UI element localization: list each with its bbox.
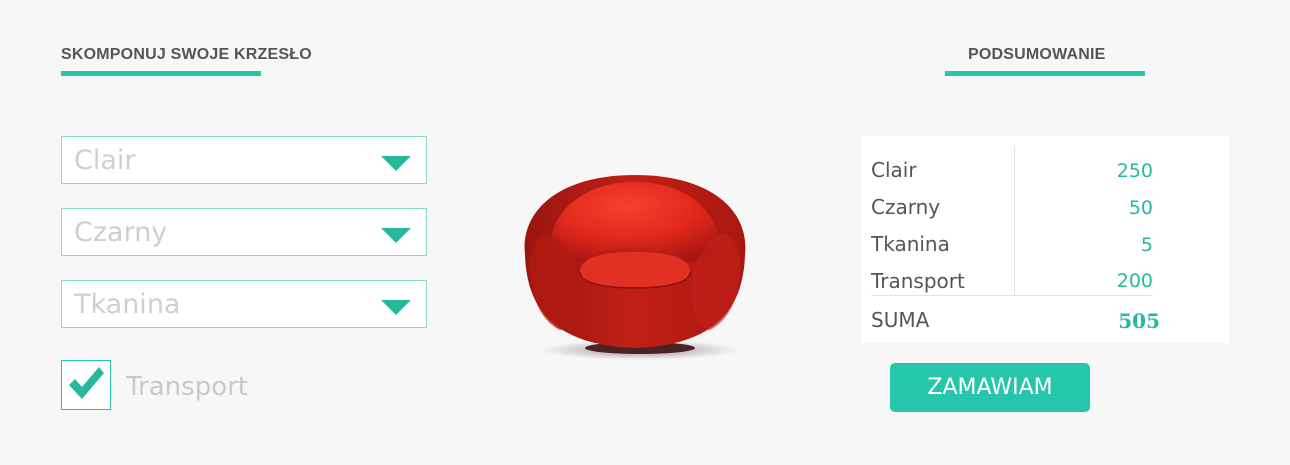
triangle-down-icon <box>381 300 411 315</box>
color-select-value: Czarny <box>74 217 168 248</box>
order-button[interactable]: ZAMAWIAM <box>890 363 1090 412</box>
summary-row-value: 50 <box>1128 197 1153 219</box>
material-select[interactable]: Tkanina <box>61 280 427 328</box>
summary-title: PODSUMOWANIE <box>968 46 1106 63</box>
summary-column-divider <box>1014 146 1015 296</box>
summary-row-name: Transport <box>871 269 965 293</box>
model-select[interactable]: Clair <box>61 136 427 184</box>
summary-total-value: 505 <box>1118 309 1160 333</box>
summary-panel: Clair 250 Czarny 50 Tkanina 5 Transport … <box>861 136 1229 343</box>
summary-total-divider <box>871 295 1153 296</box>
summary-row-value: 250 <box>1116 160 1153 182</box>
summary-row-value: 200 <box>1116 270 1153 292</box>
material-select-value: Tkanina <box>74 289 181 320</box>
triangle-down-icon <box>381 156 411 171</box>
color-select[interactable]: Czarny <box>61 208 427 256</box>
transport-checkbox[interactable] <box>61 360 111 410</box>
summary-title-underline <box>945 71 1145 76</box>
summary-row-name: Czarny <box>871 195 941 219</box>
chair-image <box>524 175 746 360</box>
transport-checkbox-label: Transport <box>126 372 249 402</box>
configurator-title: SKOMPONUJ SWOJE KRZESŁO <box>61 46 312 63</box>
model-select-value: Clair <box>74 145 136 176</box>
checkmark-icon <box>69 367 104 399</box>
summary-row-name: Clair <box>871 158 917 182</box>
summary-total-label: SUMA <box>871 308 930 332</box>
summary-row-value: 5 <box>1140 234 1153 256</box>
summary-row-name: Tkanina <box>871 232 950 256</box>
configurator-title-underline <box>61 71 261 76</box>
triangle-down-icon <box>381 228 411 243</box>
